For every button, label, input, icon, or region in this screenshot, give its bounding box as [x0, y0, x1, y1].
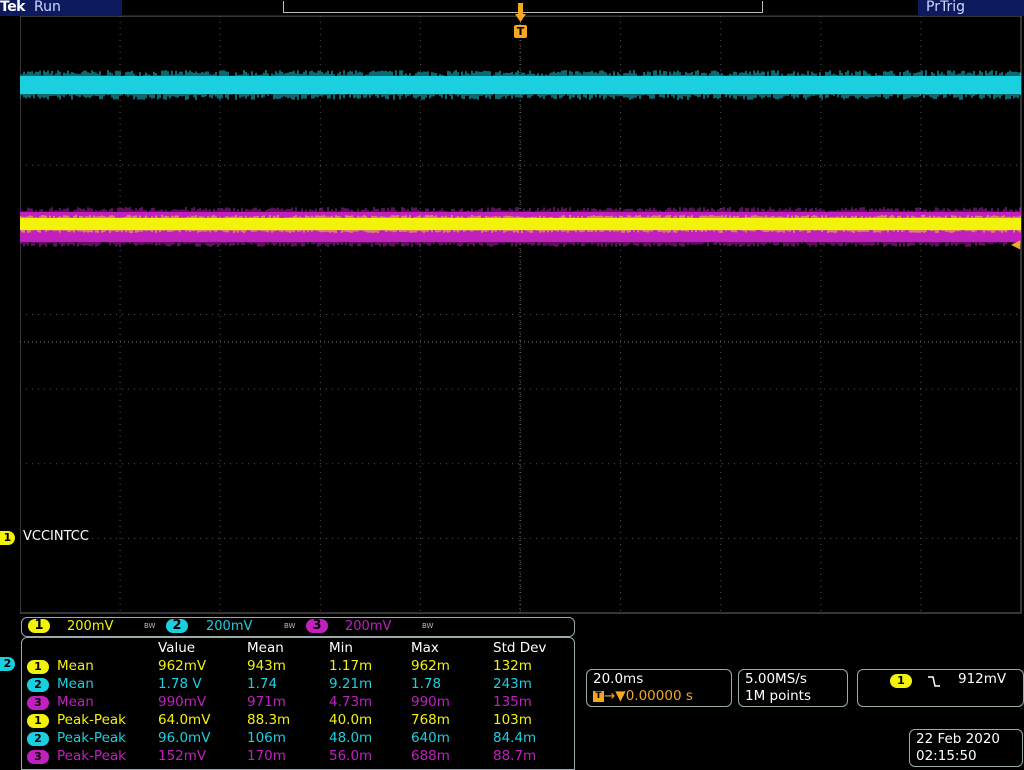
record-length: 1M points	[745, 688, 811, 704]
ch1-bw-limit-icon: BW	[144, 622, 156, 630]
measurement-min: 4.73m	[329, 694, 373, 710]
brand-logo: Tek	[0, 0, 26, 15]
delay-arrow-icon: →▼	[604, 688, 626, 704]
measurement-row[interactable]: 1 Mean 962mV 943m 1.17m 962m 132m	[22, 658, 574, 676]
measurement-min: 48.0m	[329, 730, 373, 746]
ch2-ground-marker[interactable]: 2	[0, 657, 15, 671]
horizontal-settings-box[interactable]: 20.0ms T →▼0.00000 s	[586, 669, 732, 707]
measurement-source-badge: 1	[27, 660, 49, 674]
date-readout: 22 Feb 2020	[916, 731, 1001, 747]
measurement-table[interactable]: Value Mean Min Max Std Dev 1 Mean 962mV 943…	[21, 637, 575, 770]
measurement-max: 688m	[411, 748, 450, 764]
measurement-row[interactable]: 3 Mean 990mV 971m 4.73m 990m 135m	[22, 694, 574, 712]
measurement-source-badge: 1	[27, 714, 49, 728]
measurement-std-dev: 103m	[493, 712, 532, 728]
vertical-settings-bar: 1 200mV BW 2 200mV BW 3 200mV BW	[21, 617, 575, 637]
measurement-name: Mean	[57, 658, 94, 674]
trigger-settings-box[interactable]: 1 912mV	[857, 669, 1024, 707]
ch3-bw-limit-icon: BW	[422, 622, 434, 630]
measurement-std-dev: 243m	[493, 676, 532, 692]
measurement-source-badge: 2	[27, 732, 49, 746]
measurement-mean: 170m	[247, 748, 286, 764]
measurement-mean: 943m	[247, 658, 286, 674]
measurement-std-dev: 88.7m	[493, 748, 537, 764]
measurement-min: 56.0m	[329, 748, 373, 764]
measurement-min: 40.0m	[329, 712, 373, 728]
measurement-value: 990mV	[158, 694, 207, 710]
measurement-mean: 106m	[247, 730, 286, 746]
measurement-std-dev: 132m	[493, 658, 532, 674]
measurement-std-dev: 135m	[493, 694, 532, 710]
ch3-scale[interactable]: 200mV	[345, 619, 391, 634]
col-header-min: Min	[329, 640, 353, 656]
measurement-source-badge: 2	[27, 678, 49, 692]
trigger-t-marker[interactable]: T	[514, 25, 527, 38]
trigger-delay-readout: T →▼0.00000 s	[593, 688, 693, 704]
ch1-ground-marker[interactable]: 1	[0, 531, 15, 545]
ch1-badge[interactable]: 1	[28, 619, 50, 633]
measurement-mean: 971m	[247, 694, 286, 710]
falling-edge-icon	[928, 676, 940, 687]
sample-rate: 5.00MS/s	[745, 671, 807, 687]
ch2-trace-noise	[20, 70, 1021, 100]
trigger-level: 912mV	[958, 671, 1007, 687]
measurement-row[interactable]: 2 Mean 1.78 V 1.74 9.21m 1.78 243m	[22, 676, 574, 694]
measurement-source-badge: 3	[27, 696, 49, 710]
ch2-bw-limit-icon: BW	[284, 622, 296, 630]
measurement-header-row: Value Mean Min Max Std Dev	[22, 640, 574, 658]
measurement-max: 1.78	[411, 676, 442, 692]
horizontal-scale: 20.0ms	[593, 671, 644, 687]
measurement-mean: 88.3m	[247, 712, 291, 728]
trigger-state-label: PrTrig	[926, 0, 965, 15]
measurement-row[interactable]: 3 Peak-Peak 152mV 170m 56.0m 688m 88.7m	[22, 748, 574, 766]
col-header-mean: Mean	[247, 640, 284, 656]
measurement-name: Mean	[57, 676, 94, 692]
measurement-min: 9.21m	[329, 676, 373, 692]
measurement-max: 990m	[411, 694, 450, 710]
col-header-max: Max	[411, 640, 439, 656]
measurement-std-dev: 84.4m	[493, 730, 537, 746]
measurement-name: Peak-Peak	[57, 712, 126, 728]
measurement-row[interactable]: 1 Peak-Peak 64.0mV 88.3m 40.0m 768m 103m	[22, 712, 574, 730]
ch3-badge[interactable]: 3	[306, 619, 328, 633]
measurement-value: 962mV	[158, 658, 207, 674]
ch1-label: VCCINTCC	[23, 529, 89, 544]
measurement-row[interactable]: 2 Peak-Peak 96.0mV 106m 48.0m 640m 84.4m	[22, 730, 574, 748]
measurement-max: 962m	[411, 658, 450, 674]
trigger-t-icon: T	[593, 690, 604, 702]
measurement-min: 1.17m	[329, 658, 373, 674]
col-header-std-dev: Std Dev	[493, 640, 547, 656]
time-readout: 02:15:50	[916, 748, 977, 764]
measurement-name: Mean	[57, 694, 94, 710]
measurement-value: 96.0mV	[158, 730, 211, 746]
measurement-max: 640m	[411, 730, 450, 746]
trigger-level-arrow-icon[interactable]: ◀	[1011, 237, 1020, 251]
trigger-source-badge: 1	[890, 674, 912, 688]
measurement-mean: 1.74	[247, 676, 278, 692]
datetime-box: 22 Feb 2020 02:15:50	[909, 729, 1023, 767]
trigger-position-icon[interactable]	[514, 3, 527, 23]
measurement-name: Peak-Peak	[57, 730, 126, 746]
measurement-source-badge: 3	[27, 750, 49, 764]
measurement-value: 1.78 V	[158, 676, 202, 692]
acquisition-settings-box[interactable]: 5.00MS/s 1M points	[738, 669, 848, 707]
acquisition-status[interactable]: Run	[34, 0, 61, 15]
measurement-value: 152mV	[158, 748, 207, 764]
ch1-scale[interactable]: 200mV	[67, 619, 113, 634]
measurement-max: 768m	[411, 712, 450, 728]
measurement-value: 64.0mV	[158, 712, 211, 728]
col-header-value: Value	[158, 640, 196, 656]
measurement-name: Peak-Peak	[57, 748, 126, 764]
waveform-graticule[interactable]	[20, 16, 1022, 614]
horizontal-delay: 0.00000 s	[625, 688, 693, 704]
ch2-scale[interactable]: 200mV	[206, 619, 252, 634]
ch2-badge[interactable]: 2	[166, 619, 188, 633]
